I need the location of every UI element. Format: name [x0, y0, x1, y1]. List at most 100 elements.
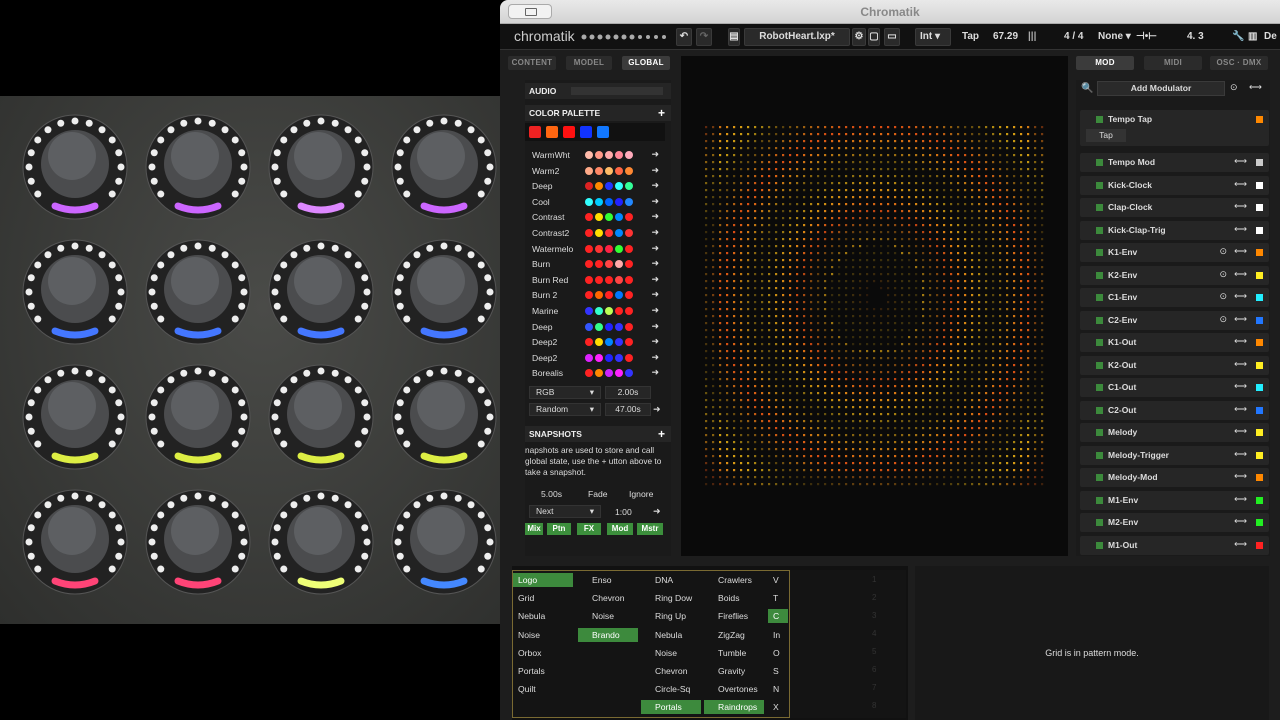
palette-row[interactable]: Contrast2 ➜ — [525, 226, 671, 242]
palette-row[interactable]: Burn Red ➜ — [525, 273, 671, 289]
modulator-row[interactable]: M1-Out ⟷ — [1080, 535, 1269, 555]
palette-row[interactable]: Borealis ➜ — [525, 366, 671, 382]
modulator-link-icon[interactable]: ⟷ — [1234, 336, 1247, 347]
palette-row[interactable]: Deep ➜ — [525, 320, 671, 336]
mode-arrow-icon[interactable]: ➜ — [653, 404, 661, 415]
modulator-enabled-led[interactable] — [1096, 294, 1103, 301]
modulator-trigger-icon[interactable]: ⊙ — [1219, 246, 1227, 257]
save-icon[interactable]: ⚙ — [852, 28, 866, 46]
modulator-link-icon[interactable]: ⟷ — [1234, 381, 1247, 392]
blend-select[interactable]: RGB ▾ — [529, 386, 601, 399]
tap-button[interactable]: Tap — [962, 28, 979, 46]
modulator-row[interactable]: Melody ⟷ — [1080, 423, 1269, 442]
palette-apply-arrow-icon[interactable]: ➜ — [651, 367, 659, 378]
pattern-cell[interactable]: N — [768, 682, 788, 696]
modulator-link-icon[interactable]: ⟷ — [1234, 179, 1247, 190]
pattern-cell[interactable]: Grid — [513, 591, 573, 605]
modulator-enabled-led[interactable] — [1096, 316, 1103, 324]
next-select[interactable]: Next ▾ — [529, 505, 601, 518]
tab-midi[interactable]: MIDI — [1144, 56, 1202, 70]
palette-apply-arrow-icon[interactable]: ➜ — [651, 336, 659, 347]
modulator-enabled-led[interactable] — [1096, 541, 1103, 549]
file-icon[interactable]: ▤ — [728, 28, 740, 46]
modulator-link-icon[interactable]: ⟷ — [1234, 246, 1247, 257]
next-arrow-icon[interactable]: ➜ — [653, 506, 661, 517]
pattern-cell[interactable]: Brando — [578, 627, 638, 642]
pattern-cell[interactable]: Boids — [704, 591, 764, 605]
current-color-swatch[interactable] — [580, 126, 592, 138]
tap-button[interactable]: Tap — [1086, 129, 1126, 142]
modulator-enabled-led[interactable] — [1096, 226, 1103, 234]
pattern-cell[interactable]: S — [768, 664, 788, 678]
modulator-row[interactable]: Kick-Clock ⟷ — [1080, 175, 1269, 195]
meter-field[interactable]: 4 / 4 — [1064, 28, 1083, 46]
tab-global[interactable]: GLOBAL — [622, 56, 670, 70]
modulator-link-icon[interactable]: ⟷ — [1234, 516, 1247, 527]
palette-row[interactable]: Watermelo ➜ — [525, 242, 671, 258]
pattern-cell[interactable]: V — [768, 573, 788, 587]
redo-button[interactable]: ↷ — [696, 28, 712, 46]
pattern-cell[interactable]: Enso — [578, 573, 638, 587]
tab-model[interactable]: MODEL — [566, 56, 612, 70]
modulator-link-icon[interactable]: ⟷ — [1234, 269, 1247, 280]
palette-row[interactable]: Burn ➜ — [525, 257, 671, 273]
mstr-button[interactable]: Mstr — [637, 523, 663, 535]
modulator-enabled-led[interactable] — [1096, 339, 1103, 346]
modulator-row[interactable]: Tempo Mod ⟷ — [1080, 153, 1269, 172]
modulator-enabled-led[interactable] — [1096, 496, 1103, 504]
pattern-cell[interactable]: Portals — [641, 700, 701, 715]
palette-apply-arrow-icon[interactable]: ➜ — [651, 165, 659, 176]
mod-button[interactable]: Mod — [607, 523, 633, 535]
current-color-swatch[interactable] — [546, 126, 558, 138]
modulator-link-icon[interactable]: ⟷ — [1234, 449, 1247, 460]
tempo-tap-modulator[interactable]: Tempo Tap Tap — [1080, 110, 1269, 146]
palette-row[interactable]: Cool ➜ — [525, 195, 671, 211]
palette-row[interactable]: Deep2 ➜ — [525, 335, 671, 351]
clock-mode-select[interactable]: Int ▾ — [915, 28, 951, 46]
palette-row[interactable]: Warm2 ➜ — [525, 164, 671, 180]
modulator-enabled-led[interactable] — [1096, 249, 1103, 256]
current-color-swatch[interactable] — [597, 126, 609, 138]
pattern-cell[interactable]: T — [768, 591, 788, 605]
pattern-cell[interactable]: Tumble — [704, 646, 764, 660]
palette-row[interactable]: WarmWht ➜ — [525, 148, 671, 164]
mode-time[interactable]: 47.00s — [605, 403, 651, 416]
modulator-trigger-icon[interactable]: ⊙ — [1219, 269, 1227, 280]
wrench-icon[interactable]: 🔧 — [1232, 28, 1244, 46]
pattern-cell[interactable]: Gravity — [704, 664, 764, 678]
undo-button[interactable]: ↶ — [676, 28, 692, 46]
modulator-enabled-led[interactable] — [1096, 181, 1103, 189]
project-name-field[interactable]: RobotHeart.lxp* — [744, 28, 850, 46]
palette-apply-arrow-icon[interactable]: ➜ — [651, 352, 659, 363]
pattern-cell[interactable]: Chevron — [641, 664, 701, 678]
modulator-link-icon[interactable]: ⟷ — [1234, 494, 1247, 505]
pattern-cell[interactable]: Quilt — [513, 682, 573, 696]
modulator-enabled-led[interactable] — [1096, 451, 1103, 459]
modulator-row[interactable]: C1-Out ⟷ — [1080, 378, 1269, 397]
pattern-cell[interactable]: Overtones — [704, 682, 764, 696]
modulator-link-icon[interactable]: ⟷ — [1234, 201, 1247, 212]
modulator-link-icon[interactable]: ⟷ — [1234, 359, 1247, 370]
search-icon[interactable]: 🔍 — [1081, 83, 1093, 94]
snapshot-time[interactable]: 5.00s — [541, 489, 562, 499]
new-file-icon[interactable]: ▢ — [868, 28, 880, 46]
palette-apply-arrow-icon[interactable]: ➜ — [651, 211, 659, 222]
ignore-button[interactable]: Ignore — [629, 489, 653, 499]
blend-time[interactable]: 2.00s — [605, 386, 651, 399]
pattern-cell[interactable]: Orbox — [513, 646, 573, 660]
tab-content[interactable]: CONTENT — [508, 56, 556, 70]
modulator-row[interactable]: K1-Env ⟷ ⊙ — [1080, 243, 1269, 262]
pattern-cell[interactable]: DNA — [641, 573, 701, 587]
modulator-enabled-led[interactable] — [1096, 429, 1103, 436]
current-color-swatch[interactable] — [563, 126, 575, 138]
ptn-button[interactable]: Ptn — [547, 523, 571, 535]
modulator-row[interactable]: M2-Env ⟷ — [1080, 513, 1269, 532]
palette-apply-arrow-icon[interactable]: ➜ — [651, 149, 659, 160]
modulator-enabled-led[interactable] — [1096, 384, 1103, 391]
add-palette-button[interactable]: + — [658, 105, 665, 121]
add-snapshot-button[interactable]: + — [658, 426, 665, 442]
add-modulator-button[interactable]: Add Modulator — [1097, 81, 1225, 96]
palette-apply-arrow-icon[interactable]: ➜ — [651, 180, 659, 191]
modulator-row[interactable]: Melody-Mod ⟷ — [1080, 468, 1269, 487]
pattern-cell[interactable]: O — [768, 646, 788, 660]
